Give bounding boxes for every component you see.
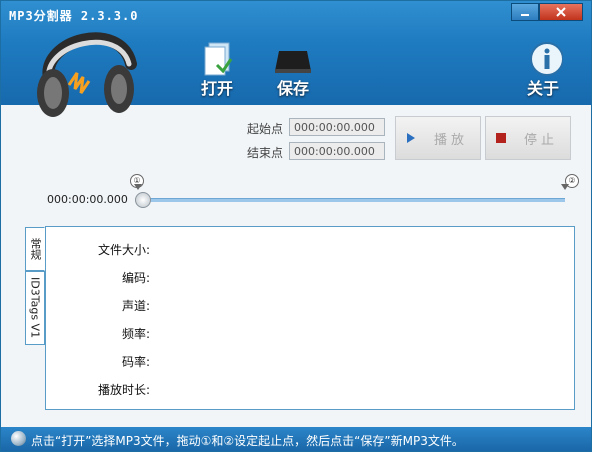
channel-label: 声道: — [121, 299, 150, 313]
file-size-label: 文件大小: — [97, 243, 150, 257]
open-label: 打开 — [200, 79, 233, 98]
stop-icon — [496, 133, 506, 143]
frequency-label: 频率: — [121, 327, 150, 341]
globe-icon — [11, 431, 26, 446]
timeline-knob[interactable] — [135, 192, 151, 208]
start-point-label: 起始点 — [247, 122, 284, 136]
close-icon — [556, 7, 566, 17]
start-marker-pointer-icon — [134, 184, 142, 190]
end-marker-pointer-icon — [561, 184, 569, 190]
stop-label: 停止 — [524, 132, 559, 148]
info-panel: 文件大小: 编码: 声道: 频率: 码率: 播放时长: — [45, 226, 575, 410]
minimize-icon — [521, 14, 529, 16]
bitrate-label: 码率: — [121, 355, 150, 369]
close-button[interactable] — [539, 3, 583, 21]
play-button[interactable]: 播放 — [395, 116, 481, 160]
current-time: 000:00:00.000 — [47, 193, 128, 206]
info-field-list: 文件大小: 编码: 声道: 频率: 码率: 播放时长: — [46, 227, 150, 407]
timeline-track[interactable] — [147, 198, 565, 202]
open-button[interactable]: 打开 — [187, 41, 247, 101]
save-label: 保存 — [276, 79, 309, 98]
duration-label: 播放时长: — [97, 383, 150, 397]
start-point-field[interactable] — [289, 118, 385, 136]
header-bar: MP3分割器 2.3.3.0 打开 保存 关于 — [1, 1, 591, 117]
open-file-icon — [204, 42, 233, 76]
encoding-label: 编码: — [121, 271, 150, 285]
about-button[interactable]: 关于 — [513, 41, 573, 101]
play-icon — [407, 133, 415, 143]
stop-button[interactable]: 停止 — [485, 116, 571, 160]
save-disk-icon — [275, 51, 311, 73]
status-message: 点击“打开”选择MP3文件，拖动①和②设定起止点，然后点击“保存”新MP3文件。 — [31, 434, 464, 448]
end-point-field[interactable] — [289, 142, 385, 160]
headphones-logo-icon — [37, 32, 137, 117]
end-point-label: 结束点 — [247, 146, 284, 160]
save-button[interactable]: 保存 — [263, 41, 323, 101]
status-bar: 点击“打开”选择MP3文件，拖动①和②设定起止点，然后点击“保存”新MP3文件。 — [1, 427, 591, 451]
window-controls — [511, 3, 583, 21]
play-label: 播放 — [434, 132, 469, 148]
app-window: MP3分割器 2.3.3.0 打开 保存 关于 起始点 000:00:00.00… — [0, 0, 592, 452]
about-label: 关于 — [526, 79, 559, 98]
minimize-button[interactable] — [511, 3, 539, 21]
info-icon — [530, 42, 564, 76]
